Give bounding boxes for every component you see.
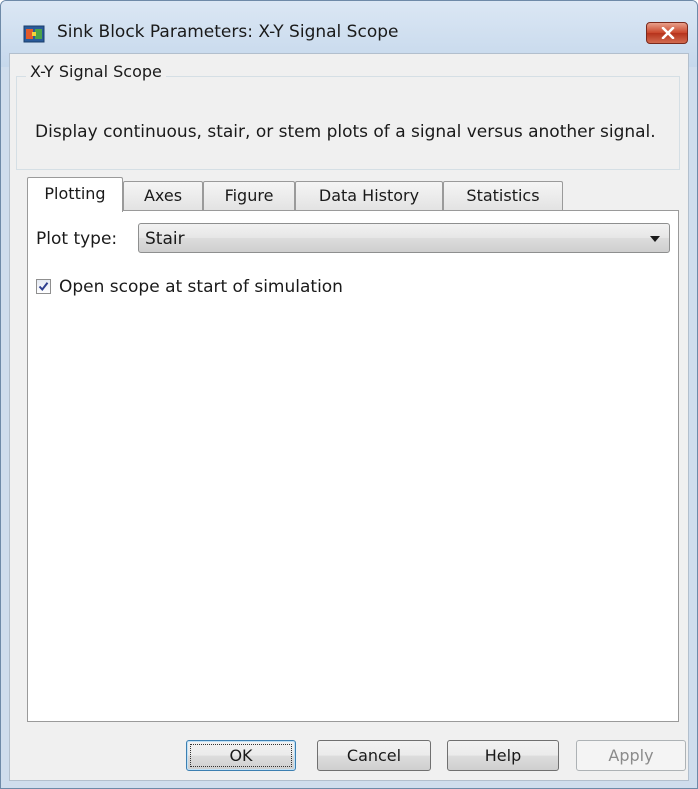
focus-ring xyxy=(190,744,292,767)
close-icon xyxy=(661,27,675,39)
plot-type-value: Stair xyxy=(145,229,185,249)
help-button[interactable]: Help xyxy=(447,740,559,771)
tab-statistics[interactable]: Statistics xyxy=(443,181,563,211)
tab-bar: Plotting Axes Figure Data History Statis… xyxy=(27,177,607,212)
open-scope-checkbox[interactable] xyxy=(36,279,51,294)
simulink-block-icon xyxy=(23,24,47,44)
block-description-group: Display continuous, stair, or stem plots… xyxy=(16,76,680,170)
window-title: Sink Block Parameters: X-Y Signal Scope xyxy=(57,22,399,42)
plotting-panel: Plot type: Stair Open scope at start of … xyxy=(27,210,679,722)
block-description: Display continuous, stair, or stem plots… xyxy=(35,122,656,142)
checkmark-icon xyxy=(38,282,49,292)
dialog-window: Sink Block Parameters: X-Y Signal Scope … xyxy=(0,0,698,789)
plot-type-dropdown[interactable]: Stair xyxy=(138,223,670,253)
tab-figure[interactable]: Figure xyxy=(203,181,295,211)
open-scope-label: Open scope at start of simulation xyxy=(59,277,343,297)
apply-button[interactable]: Apply xyxy=(576,740,686,771)
cancel-button[interactable]: Cancel xyxy=(317,740,431,771)
plot-type-label: Plot type: xyxy=(36,229,118,249)
tab-data-history[interactable]: Data History xyxy=(295,181,443,211)
chevron-down-icon xyxy=(650,236,660,242)
tab-plotting[interactable]: Plotting xyxy=(27,177,123,212)
tab-axes[interactable]: Axes xyxy=(123,181,203,211)
block-name-heading: X-Y Signal Scope xyxy=(26,62,166,81)
dialog-body: Display continuous, stair, or stem plots… xyxy=(9,53,689,781)
close-button[interactable] xyxy=(646,22,688,44)
ok-button[interactable]: OK xyxy=(186,740,296,771)
